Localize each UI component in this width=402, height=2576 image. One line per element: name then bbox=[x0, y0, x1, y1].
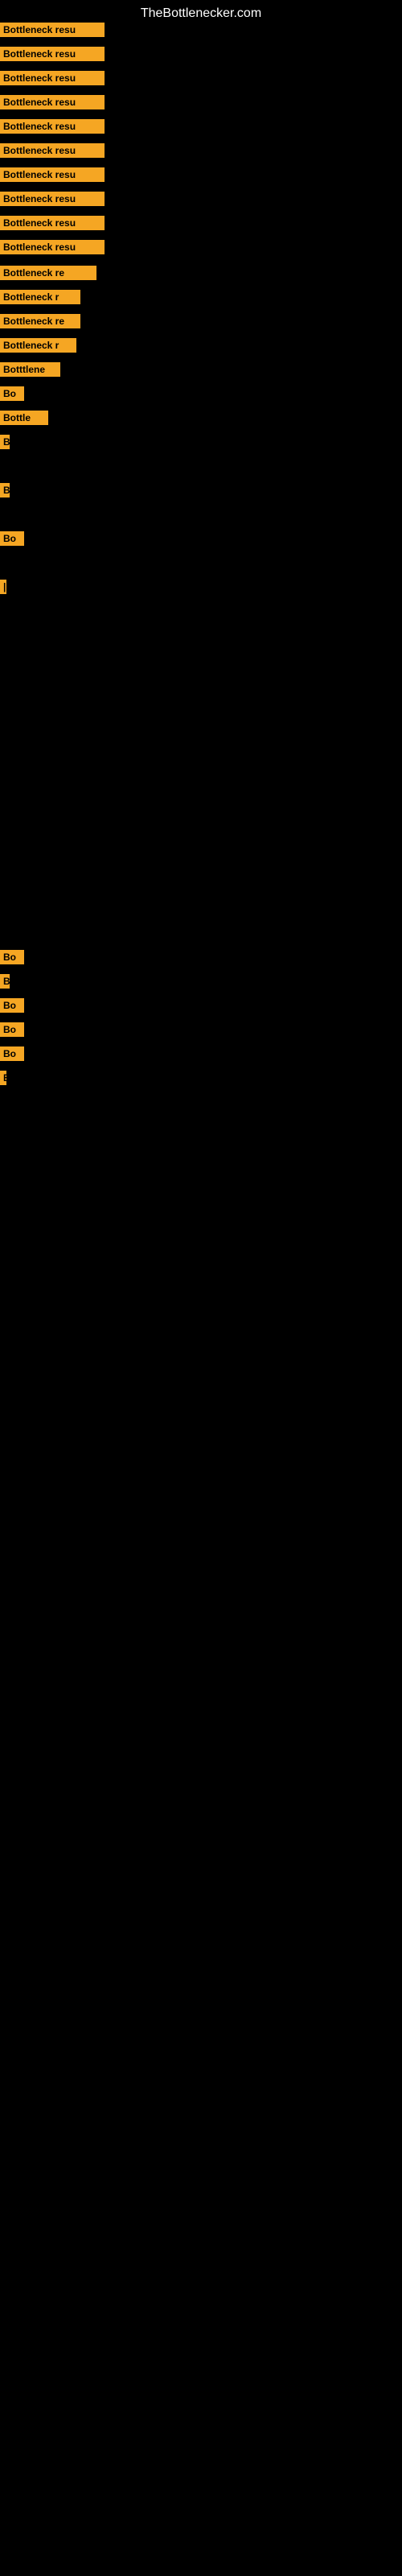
bottleneck-item: Bottleneck resu bbox=[0, 95, 105, 109]
bottleneck-item: Bottleneck resu bbox=[0, 23, 105, 37]
bottleneck-item: Bo bbox=[0, 950, 24, 964]
bottleneck-item: Bottleneck resu bbox=[0, 216, 105, 230]
bottleneck-item: Bo bbox=[0, 998, 24, 1013]
bottleneck-item: Bottleneck resu bbox=[0, 167, 105, 182]
bottleneck-item: Bottleneck resu bbox=[0, 143, 105, 158]
bottleneck-item: Bo bbox=[0, 386, 24, 401]
bottleneck-item: Bo bbox=[0, 1046, 24, 1061]
bottleneck-item: Bottleneck re bbox=[0, 266, 96, 280]
bottleneck-item: Bottle bbox=[0, 411, 48, 425]
bottleneck-item: Bottleneck resu bbox=[0, 71, 105, 85]
bottleneck-item: Bottleneck resu bbox=[0, 47, 105, 61]
bottleneck-item: Bottleneck resu bbox=[0, 119, 105, 134]
bottleneck-item: Botttlene bbox=[0, 362, 60, 377]
bottleneck-item: Bottleneck resu bbox=[0, 240, 105, 254]
bottleneck-item: Bo bbox=[0, 531, 24, 546]
bottleneck-item: Bottleneck r bbox=[0, 338, 76, 353]
bottleneck-item: B bbox=[0, 483, 10, 497]
bottleneck-item: B bbox=[0, 974, 10, 989]
bottleneck-item: B bbox=[0, 1071, 6, 1085]
bottleneck-item: Bottleneck resu bbox=[0, 192, 105, 206]
bottleneck-item: B bbox=[0, 435, 10, 449]
bottleneck-item: Bottleneck re bbox=[0, 314, 80, 328]
bottleneck-item: Bottleneck r bbox=[0, 290, 80, 304]
bottleneck-item: | bbox=[0, 580, 6, 594]
bottleneck-item: Bo bbox=[0, 1022, 24, 1037]
